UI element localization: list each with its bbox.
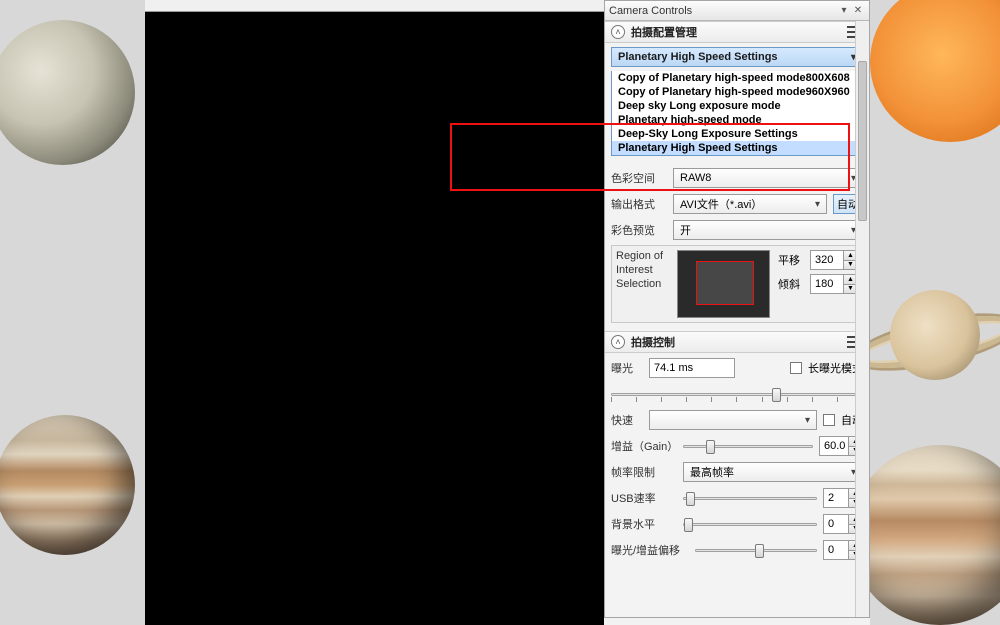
- section-body-profile: Planetary High Speed Settings Copy of Pl…: [605, 43, 869, 331]
- roi-pan-stepper[interactable]: 320 ▲▼: [810, 250, 858, 270]
- gain-slider[interactable]: [683, 438, 813, 454]
- viewport-border: [145, 0, 604, 12]
- collapse-icon[interactable]: ˄: [611, 335, 625, 349]
- row-color-preview: 彩色预览 开: [611, 219, 863, 241]
- preset-option[interactable]: Copy of Planetary high-speed mode960X960: [612, 85, 862, 99]
- roi-label: Region of Interest Selection: [616, 250, 669, 318]
- row-exposure: 曝光 74.1 ms 长曝光模式: [611, 357, 863, 379]
- row-usb-rate: USB速率 2 ▲▼: [611, 487, 863, 509]
- preset-option[interactable]: Deep sky Long exposure mode: [612, 99, 862, 113]
- colorspace-select[interactable]: RAW8: [673, 168, 863, 188]
- row-bg-level: 背景水平 0 ▲▼: [611, 513, 863, 535]
- color-preview-select[interactable]: 开: [673, 220, 863, 240]
- saturn-image: [890, 290, 980, 380]
- panel-title: Camera Controls: [609, 5, 837, 17]
- row-exp-gain-offset: 曝光/增益偏移 0 ▲▼: [611, 539, 863, 561]
- label-bg-level: 背景水平: [611, 516, 677, 532]
- row-output-format: 输出格式 AVI文件（*.avi） 自动: [611, 193, 863, 215]
- label-output-format: 输出格式: [611, 196, 667, 212]
- section-title-capture: 拍摄控制: [631, 334, 847, 350]
- preset-option-selected[interactable]: Planetary High Speed Settings: [612, 141, 862, 155]
- jupiter-left-image: [0, 415, 135, 555]
- bg-level-slider[interactable]: [683, 516, 817, 532]
- label-quick: 快速: [611, 412, 643, 428]
- label-color-preview: 彩色预览: [611, 222, 667, 238]
- collapse-icon[interactable]: ˄: [611, 25, 625, 39]
- preset-option[interactable]: Deep-Sky Long Exposure Settings: [612, 127, 862, 141]
- fps-limit-select[interactable]: 最高帧率: [683, 462, 863, 482]
- exposure-input[interactable]: 74.1 ms: [649, 358, 735, 378]
- section-title-profile: 拍摄配置管理: [631, 24, 847, 40]
- usb-rate-slider[interactable]: [683, 490, 817, 506]
- label-exp-gain-offset: 曝光/增益偏移: [611, 542, 689, 558]
- section-body-capture: 曝光 74.1 ms 长曝光模式 快速 自动 增益（Gain）: [605, 353, 869, 569]
- section-header-profile[interactable]: ˄ 拍摄配置管理: [605, 21, 869, 43]
- quick-auto-checkbox[interactable]: [823, 414, 835, 426]
- moon-image: [0, 20, 135, 165]
- quick-select[interactable]: [649, 410, 817, 430]
- preset-select[interactable]: Planetary High Speed Settings: [611, 47, 863, 67]
- dock-icon[interactable]: ✕: [851, 5, 865, 16]
- exposure-slider[interactable]: [611, 386, 863, 402]
- camera-controls-panel: Camera Controls ▾ ✕ ˄ 拍摄配置管理 Planetary H…: [604, 0, 870, 618]
- label-fps-limit: 帧率限制: [611, 464, 677, 480]
- label-gain: 增益（Gain）: [611, 438, 677, 454]
- preset-option[interactable]: Planetary high-speed mode: [612, 113, 862, 127]
- preset-dropdown: Copy of Planetary high-speed mode800X608…: [611, 71, 863, 156]
- roi-tilt: 倾斜 180 ▲▼: [778, 274, 858, 294]
- row-quick: 快速 自动: [611, 409, 863, 431]
- roi-panel: Region of Interest Selection 平移 320 ▲▼ 倾…: [611, 245, 863, 323]
- label-exposure: 曝光: [611, 360, 643, 376]
- roi-tilt-stepper[interactable]: 180 ▲▼: [810, 274, 858, 294]
- roi-selection-rect[interactable]: [696, 261, 754, 305]
- saturn-ring: [851, 305, 1000, 378]
- row-fps-limit: 帧率限制 最高帧率: [611, 461, 863, 483]
- roi-preview[interactable]: [677, 250, 770, 318]
- preset-selected: Planetary High Speed Settings: [618, 51, 778, 63]
- long-exposure-checkbox[interactable]: [790, 362, 802, 374]
- preset-option[interactable]: Copy of Planetary high-speed mode800X608: [612, 71, 862, 85]
- sun-image: [870, 0, 1000, 142]
- roi-pan: 平移 320 ▲▼: [778, 250, 858, 270]
- row-gain: 增益（Gain） 60.0 ▲▼: [611, 435, 863, 457]
- output-format-select[interactable]: AVI文件（*.avi）: [673, 194, 827, 214]
- label-usb-rate: USB速率: [611, 490, 677, 506]
- row-exposure-slider: [611, 383, 863, 405]
- panel-scrollbar[interactable]: [855, 21, 869, 617]
- exp-gain-offset-slider[interactable]: [695, 542, 817, 558]
- scrollbar-thumb[interactable]: [858, 61, 867, 221]
- jupiter-right-image: [850, 445, 1000, 625]
- panel-titlebar[interactable]: Camera Controls ▾ ✕: [605, 1, 869, 21]
- label-colorspace: 色彩空间: [611, 170, 667, 186]
- pin-icon[interactable]: ▾: [837, 5, 851, 16]
- row-colorspace: 色彩空间 RAW8: [611, 167, 863, 189]
- section-header-capture[interactable]: ˄ 拍摄控制: [605, 331, 869, 353]
